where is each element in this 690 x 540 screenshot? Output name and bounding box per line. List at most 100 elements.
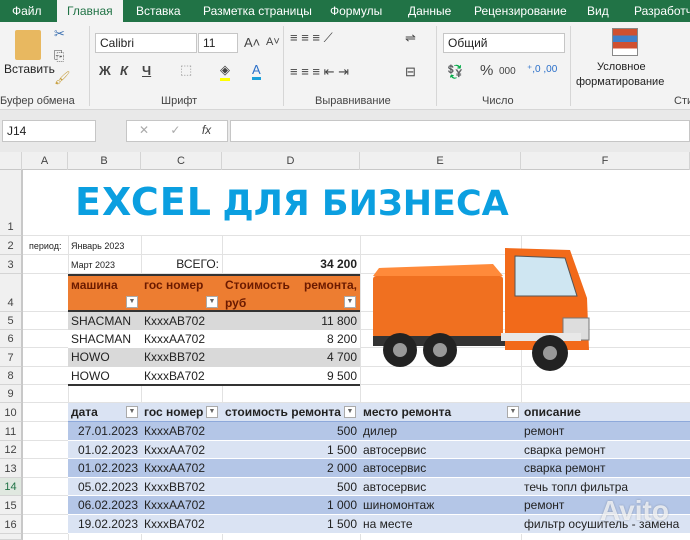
row-header[interactable]: 2: [0, 236, 22, 255]
row-header[interactable]: 1: [0, 170, 22, 236]
summary-row[interactable]: SHACMAN КхххАВ702 11 800: [68, 312, 360, 330]
font-size-select[interactable]: 11: [198, 33, 238, 53]
currency-icon[interactable]: 💱: [447, 64, 463, 80]
row-header[interactable]: 10: [0, 403, 22, 422]
log-plate: КхххАА702: [144, 461, 206, 475]
increase-font-icon[interactable]: A˄: [244, 35, 260, 50]
conditional-format-label-2[interactable]: форматирование: [576, 76, 664, 88]
log-row[interactable]: 27.01.2023 КхххАВ702 500 дилер ремонт: [68, 422, 690, 441]
summary-row[interactable]: HOWO КхххВА702 9 500: [68, 367, 360, 385]
conditional-format-icon[interactable]: [612, 28, 638, 56]
total-value: 34 200: [320, 257, 357, 271]
conditional-format-label-1[interactable]: Условное: [597, 61, 646, 73]
summary-plate: КхххАВ702: [144, 314, 206, 328]
log-plate: КхххАА702: [144, 443, 206, 457]
row-header[interactable]: 6: [0, 330, 22, 348]
summary-car: HOWO: [71, 369, 110, 383]
name-box[interactable]: J14: [2, 120, 96, 142]
row-header[interactable]: 13: [0, 459, 22, 478]
period-to[interactable]: Март 2023: [68, 256, 118, 274]
row-header[interactable]: 4: [0, 274, 22, 312]
log-row[interactable]: 01.02.2023 КхххАА702 2 000 автосервис св…: [68, 459, 690, 478]
col-e[interactable]: E: [360, 152, 521, 170]
align-top-icon[interactable]: ≡ ≡ ≡ ⟋: [290, 30, 333, 46]
tab-insert[interactable]: Вставка: [136, 0, 181, 22]
filter-dropdown-icon[interactable]: ▼: [344, 296, 356, 308]
thousands-button[interactable]: 000: [499, 66, 516, 77]
font-group-label: Шрифт: [161, 95, 198, 107]
tab-page-layout[interactable]: Разметка страницы: [203, 0, 312, 22]
summary-row[interactable]: SHACMAN КхххАА702 8 200: [68, 330, 360, 348]
cancel-icon[interactable]: ✕: [139, 123, 149, 137]
row-header[interactable]: 7: [0, 348, 22, 367]
summary-header: машина гос номер Стоимость ремонта, руб …: [68, 274, 360, 312]
wrap-text-icon[interactable]: ⇌: [405, 30, 416, 46]
filter-dropdown-icon[interactable]: ▼: [344, 406, 356, 418]
fx-icon[interactable]: fx: [202, 123, 211, 137]
log-header-cost: стоимость ремонта: [225, 405, 341, 419]
tab-file[interactable]: Файл: [12, 0, 42, 22]
merge-icon[interactable]: ⊟: [405, 64, 416, 80]
col-f[interactable]: F: [521, 152, 690, 170]
filter-dropdown-icon[interactable]: ▼: [507, 406, 519, 418]
log-row[interactable]: 06.02.2023 КхххАА702 1 000 шиномонтаж ре…: [68, 496, 690, 515]
format-painter-icon[interactable]: 🖌: [54, 70, 71, 86]
number-format-select[interactable]: Общий: [443, 33, 565, 53]
row-header[interactable]: 8: [0, 367, 22, 385]
font-name-select[interactable]: Calibri: [95, 33, 197, 53]
row-header[interactable]: 11: [0, 422, 22, 441]
tab-formulas[interactable]: Формулы: [330, 0, 382, 22]
borders-icon[interactable]: ⬚: [180, 62, 192, 78]
enter-icon[interactable]: ✓: [170, 123, 180, 137]
log-row[interactable]: 01.02.2023 КхххАА702 1 500 автосервис св…: [68, 441, 690, 459]
percent-button[interactable]: %: [480, 62, 493, 79]
period-from[interactable]: Январь 2023: [68, 237, 127, 255]
tab-view[interactable]: Вид: [587, 0, 609, 22]
font-color-icon[interactable]: A: [252, 62, 261, 80]
tab-developer[interactable]: Разработчик: [634, 0, 690, 22]
col-a[interactable]: A: [22, 152, 68, 170]
fill-color-icon[interactable]: ◈: [220, 62, 230, 81]
paste-button[interactable]: Вставить: [4, 62, 55, 76]
underline-button[interactable]: Ч: [142, 63, 151, 78]
bold-button[interactable]: Ж: [99, 63, 111, 78]
col-c[interactable]: C: [141, 152, 222, 170]
log-date: 06.02.2023: [77, 498, 138, 512]
cut-icon[interactable]: ✂: [54, 26, 65, 42]
decrease-font-icon[interactable]: A˅: [266, 36, 280, 48]
row-header[interactable]: 5: [0, 312, 22, 330]
align-center-icon[interactable]: ≡ ≡ ≡ ⇤ ⇥: [290, 64, 349, 80]
alignment-group-label: Выравнивание: [315, 95, 391, 107]
formula-input[interactable]: [230, 120, 690, 142]
tab-data[interactable]: Данные: [408, 0, 451, 22]
paste-icon[interactable]: [15, 30, 41, 60]
decimal-icons[interactable]: ⁺,0 ,00: [527, 64, 557, 75]
italic-button[interactable]: К: [120, 63, 128, 78]
copy-icon[interactable]: ⎘: [54, 48, 64, 64]
col-b[interactable]: B: [68, 152, 141, 170]
summary-cost: 11 800: [321, 314, 357, 328]
row-header[interactable]: 15: [0, 496, 22, 515]
log-description: сварка ремонт: [524, 461, 606, 475]
filter-dropdown-icon[interactable]: ▼: [126, 296, 138, 308]
tab-home[interactable]: Главная: [57, 0, 123, 22]
tab-review[interactable]: Рецензирование: [474, 0, 567, 22]
summary-header-cost: Стоимость ремонта,: [225, 278, 357, 292]
filter-dropdown-icon[interactable]: ▼: [206, 296, 218, 308]
row-header[interactable]: 16: [0, 515, 22, 534]
row-header[interactable]: 9: [0, 385, 22, 403]
filter-dropdown-icon[interactable]: ▼: [206, 406, 218, 418]
row-header[interactable]: 3: [0, 255, 22, 274]
summary-row[interactable]: HOWO КхххВВ702 4 700: [68, 348, 360, 367]
log-date: 05.02.2023: [77, 480, 138, 494]
log-header: дата ▼ гос номер ▼ стоимость ремонта ▼ м…: [68, 403, 690, 422]
select-all[interactable]: [0, 152, 22, 170]
filter-dropdown-icon[interactable]: ▼: [126, 406, 138, 418]
row-header[interactable]: 14: [0, 478, 22, 496]
log-description: течь топл фильтра: [524, 480, 629, 494]
col-d[interactable]: D: [222, 152, 360, 170]
row-header[interactable]: 12: [0, 441, 22, 459]
log-row[interactable]: 05.02.2023 КхххВВ702 500 автосервис течь…: [68, 478, 690, 496]
log-date: 01.02.2023: [77, 461, 138, 475]
log-row[interactable]: 19.02.2023 КхххВА702 1 500 на месте филь…: [68, 515, 690, 534]
